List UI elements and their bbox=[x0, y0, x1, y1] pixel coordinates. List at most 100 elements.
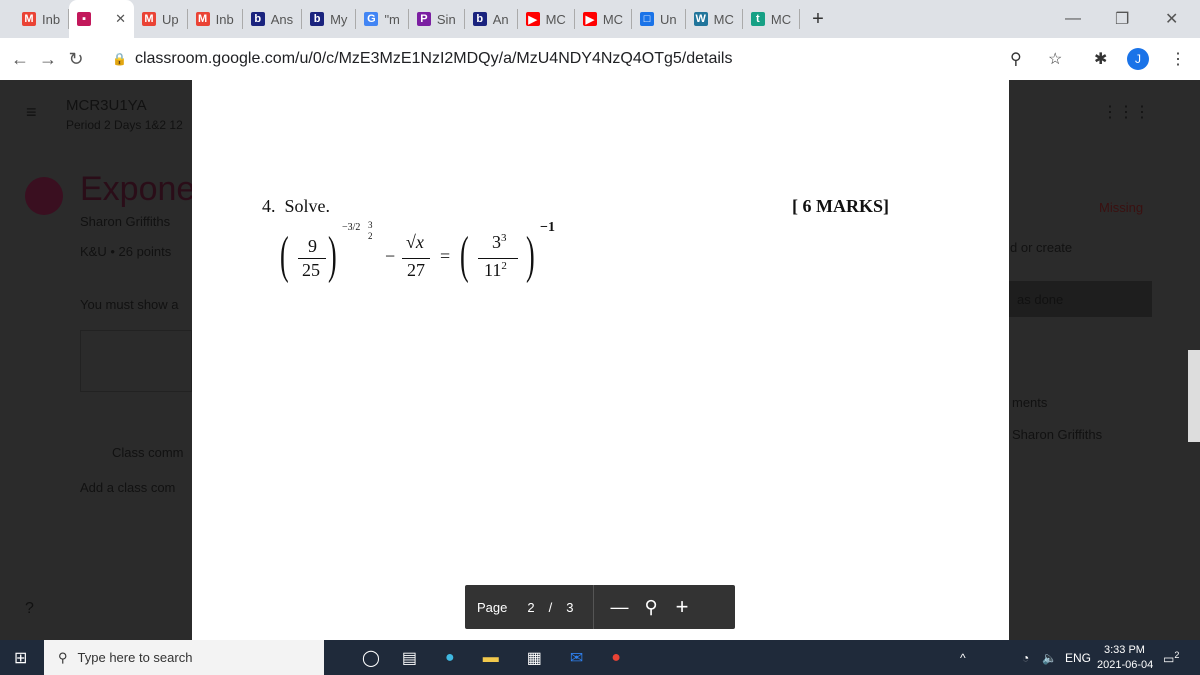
zoom-icon[interactable]: ⚲ bbox=[1010, 49, 1022, 69]
tab-label: MC bbox=[545, 11, 566, 27]
marks-label: [ 6 MARKS] bbox=[792, 196, 889, 216]
gmail-icon: M bbox=[195, 12, 210, 26]
hamburger-icon[interactable]: ≡ bbox=[26, 102, 37, 123]
pdf-page-controls: Page 2 / 3 — ⚲ + bbox=[465, 585, 735, 629]
url-field[interactable]: classroom.google.com/u/0/c/MzE3MzE1NzI2M… bbox=[135, 50, 733, 68]
bartleby-icon: b bbox=[250, 12, 265, 26]
assignment-title: Expone bbox=[80, 170, 196, 208]
star-icon[interactable]: ☆ bbox=[1048, 49, 1062, 69]
class-name: MCR3U1YA bbox=[66, 97, 147, 114]
file-explorer-icon[interactable]: ▬ bbox=[483, 649, 499, 667]
tab-label: Inb bbox=[42, 11, 61, 27]
clock-date[interactable]: 2021-06-04 bbox=[1097, 659, 1153, 671]
equation: ( 9 25 ) −3/2 3 2 − √x 27 = ( 33 112 ) −… bbox=[280, 220, 555, 284]
language-indicator[interactable]: ENG bbox=[1065, 651, 1091, 665]
windows-start-icon[interactable]: ⊞ bbox=[14, 648, 27, 668]
docs-icon: □ bbox=[640, 12, 655, 26]
assignment-points: K&U • 26 points bbox=[80, 244, 172, 259]
add-class-comment[interactable]: Add a class com bbox=[80, 480, 175, 495]
power: 2 bbox=[501, 260, 507, 272]
extensions-icon[interactable]: ✱ bbox=[1094, 49, 1107, 69]
scrollbar-thumb[interactable] bbox=[1188, 350, 1200, 442]
task-view-icon[interactable]: ▤ bbox=[402, 648, 417, 668]
close-tab-icon[interactable]: ✕ bbox=[115, 11, 126, 27]
menu-icon[interactable]: ⋮ bbox=[1170, 49, 1186, 69]
bartleby-icon: b bbox=[472, 12, 487, 26]
zoom-out-icon[interactable]: — bbox=[610, 597, 628, 618]
page-separator: / bbox=[548, 599, 553, 615]
tab-label: My bbox=[330, 11, 348, 27]
tab-label: Sin bbox=[436, 11, 456, 27]
page-total: 3 bbox=[566, 599, 574, 615]
missing-label: Missing bbox=[1099, 200, 1144, 215]
clock-time[interactable]: 3:33 PM bbox=[1104, 644, 1145, 656]
store-icon[interactable]: ▦ bbox=[527, 648, 542, 668]
t-icon: t bbox=[750, 12, 765, 26]
tray-chevron-icon[interactable]: ^ bbox=[960, 651, 966, 665]
tab-label: MC bbox=[602, 11, 624, 27]
browser-tab[interactable]: t MC bbox=[743, 9, 801, 29]
browser-tab[interactable]: M Inb bbox=[188, 9, 243, 29]
browser-tab[interactable]: ▶ MC bbox=[518, 9, 575, 29]
zoom-in-icon[interactable]: + bbox=[676, 594, 689, 620]
fraction3-denominator: 112 bbox=[484, 260, 507, 281]
browser-tab[interactable]: □ Un bbox=[632, 9, 686, 29]
browser-tab[interactable]: M Up bbox=[134, 9, 188, 29]
notification-icon[interactable]: ▭2 bbox=[1163, 650, 1179, 666]
pm-icon: P bbox=[416, 12, 431, 26]
new-tab-icon[interactable]: + bbox=[812, 8, 824, 31]
browser-tab[interactable]: M Inb bbox=[14, 9, 70, 29]
chrome-icon[interactable]: ● bbox=[611, 649, 621, 667]
browser-tab[interactable]: P Sin bbox=[409, 9, 465, 29]
mark-done-button[interactable]: as done bbox=[1009, 281, 1152, 317]
taskbar-search[interactable]: ⚲ Type here to search bbox=[44, 640, 324, 675]
exponent1-numerator: 3 bbox=[368, 220, 373, 230]
apps-grid-icon[interactable]: ⋮⋮⋮ bbox=[1102, 102, 1150, 122]
browser-tab[interactable]: G "m bbox=[356, 9, 409, 29]
edge-icon[interactable]: ● bbox=[445, 649, 455, 667]
sqrt-x: √x bbox=[406, 232, 424, 252]
window-close-icon[interactable]: ✕ bbox=[1165, 9, 1178, 29]
volume-icon[interactable]: 🔈 bbox=[1042, 651, 1057, 665]
page-current[interactable]: 2 bbox=[527, 600, 534, 615]
window-maximize-icon[interactable]: ❐ bbox=[1115, 9, 1129, 29]
equals-sign: = bbox=[440, 246, 451, 266]
wifi-icon[interactable]: ◔ bbox=[1022, 651, 1029, 665]
mail-icon[interactable]: ✉ bbox=[570, 648, 583, 668]
attachment-card[interactable] bbox=[80, 330, 192, 392]
tab-label: MC bbox=[770, 11, 792, 27]
base: 11 bbox=[484, 260, 502, 280]
cortana-icon[interactable]: ◯ bbox=[362, 648, 380, 668]
wordpress-icon: W bbox=[693, 12, 708, 26]
forward-icon[interactable]: → bbox=[34, 49, 62, 70]
exponent1-denominator: 2 bbox=[368, 231, 373, 241]
window-minimize-icon[interactable]: — bbox=[1065, 10, 1081, 28]
exponent1: −3/2 bbox=[342, 222, 361, 233]
browser-tab[interactable]: ▪ ✕ bbox=[69, 0, 134, 38]
zoom-reset-icon[interactable]: ⚲ bbox=[644, 597, 657, 618]
page-label: Page bbox=[477, 599, 508, 615]
reload-icon[interactable]: ↻ bbox=[62, 49, 90, 70]
fraction1-numerator: 9 bbox=[308, 236, 317, 256]
tab-label: An bbox=[492, 11, 509, 27]
commenter[interactable]: Sharon Griffiths bbox=[1012, 427, 1102, 442]
youtube-icon: ▶ bbox=[525, 12, 540, 26]
pdf-viewer: 4. Solve. [ 6 MARKS] ( 9 25 ) −3/2 3 2 −… bbox=[192, 80, 1009, 640]
profile-avatar[interactable]: J bbox=[1127, 48, 1149, 70]
base: 3 bbox=[492, 232, 501, 252]
browser-tab[interactable]: b An bbox=[465, 9, 518, 29]
assignment-author: Sharon Griffiths bbox=[80, 214, 171, 229]
browser-tab[interactable]: ▶ MC bbox=[575, 9, 633, 29]
browser-tab[interactable]: b Ans bbox=[243, 9, 303, 29]
private-comments: ments bbox=[1012, 395, 1048, 410]
assignment-icon bbox=[25, 177, 63, 215]
browser-tab[interactable]: W MC bbox=[686, 9, 743, 29]
help-icon[interactable]: ? bbox=[25, 600, 34, 618]
add-or-create[interactable]: d or create bbox=[1010, 240, 1072, 255]
back-icon[interactable]: ← bbox=[6, 49, 34, 70]
classroom-icon: ▪ bbox=[77, 12, 92, 26]
tab-label: "m bbox=[384, 11, 400, 27]
minus-sign: − bbox=[385, 246, 396, 266]
browser-tab[interactable]: b My bbox=[302, 9, 357, 29]
tab-strip: M Inb ▪ ✕ M Up M Inb b Ans b My G "m P Sin b An ▶ MC ▶ MC □ Un W… bbox=[0, 0, 1200, 38]
